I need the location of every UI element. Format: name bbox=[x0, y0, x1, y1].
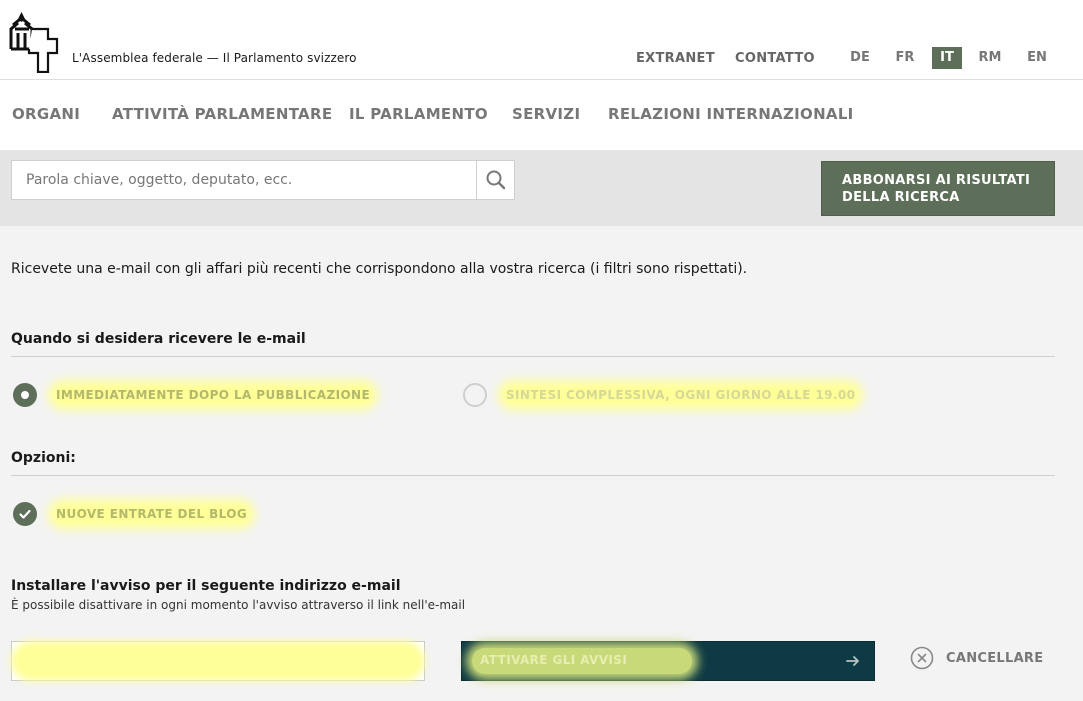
email-field[interactable] bbox=[12, 642, 424, 680]
blog-entries-label[interactable]: NUOVE ENTRATE DEL BLOG bbox=[56, 507, 248, 521]
nav-item-attivita-parlamentare[interactable]: ATTIVITÀ PARLAMENTARE bbox=[112, 105, 332, 123]
main-nav: ORGANI ATTIVITÀ PARLAMENTARE IL PARLAMEN… bbox=[0, 81, 1083, 150]
search-button[interactable] bbox=[476, 161, 514, 199]
top-header: L'Assemblea federale — Il Parlamento svi… bbox=[0, 0, 1083, 80]
lang-fr[interactable]: FR bbox=[890, 47, 920, 69]
search-band: ABBONARSI AI RISULTATI DELLA RICERCA bbox=[0, 150, 1083, 226]
lang-rm[interactable]: RM bbox=[975, 47, 1005, 69]
email-heading: Installare l'avviso per il seguente indi… bbox=[11, 578, 401, 594]
site-title[interactable]: L'Assemblea federale — Il Parlamento svi… bbox=[72, 51, 357, 65]
extranet-link[interactable]: EXTRANET bbox=[636, 51, 715, 66]
subscribe-results-button[interactable]: ABBONARSI AI RISULTATI DELLA RICERCA bbox=[821, 161, 1055, 216]
email-field-wrapper bbox=[11, 641, 425, 681]
divider bbox=[11, 475, 1055, 476]
activate-alerts-label: ATTIVARE GLI AVVISI bbox=[480, 653, 628, 667]
activate-alerts-button[interactable]: ATTIVARE GLI AVVISI bbox=[461, 641, 875, 681]
radio-daily-summary-label[interactable]: SINTESI COMPLESSIVA, OGNI GIORNO ALLE 19… bbox=[506, 388, 856, 402]
checkmark-icon bbox=[19, 509, 31, 519]
contact-link[interactable]: CONTATTO bbox=[735, 51, 815, 66]
nav-item-relazioni-internazionali[interactable]: RELAZIONI INTERNAZIONALI bbox=[608, 105, 854, 123]
nav-item-il-parlamento[interactable]: IL PARLAMENTO bbox=[349, 105, 488, 123]
search-box bbox=[11, 160, 515, 200]
cancel-label: CANCELLARE bbox=[946, 651, 1044, 666]
close-circle-icon bbox=[910, 646, 934, 670]
blog-entries-checkbox[interactable] bbox=[13, 502, 37, 526]
intro-text: Ricevete una e-mail con gli affari più r… bbox=[11, 261, 748, 277]
nav-item-servizi[interactable]: SERVIZI bbox=[512, 105, 580, 123]
options-heading: Opzioni: bbox=[11, 450, 76, 466]
email-subtext: È possibile disattivare in ogni momento … bbox=[11, 598, 466, 612]
radio-daily-summary[interactable] bbox=[463, 383, 487, 407]
divider bbox=[11, 356, 1055, 357]
arrow-right-icon bbox=[846, 656, 859, 666]
lang-en[interactable]: EN bbox=[1022, 47, 1052, 69]
radio-immediately[interactable] bbox=[13, 383, 37, 407]
search-icon bbox=[486, 170, 506, 190]
radio-immediately-label[interactable]: IMMEDIATAMENTE DOPO LA PUBBLICAZIONE bbox=[56, 388, 371, 402]
alert-settings-panel: Ricevete una e-mail con gli affari più r… bbox=[0, 226, 1083, 701]
search-input[interactable] bbox=[12, 161, 476, 199]
lang-de[interactable]: DE bbox=[845, 47, 875, 69]
when-heading: Quando si desidera ricevere le e-mail bbox=[11, 331, 306, 347]
lang-it[interactable]: IT bbox=[932, 47, 962, 69]
nav-item-organi[interactable]: ORGANI bbox=[12, 105, 80, 123]
parliament-logo-icon[interactable] bbox=[9, 11, 59, 73]
